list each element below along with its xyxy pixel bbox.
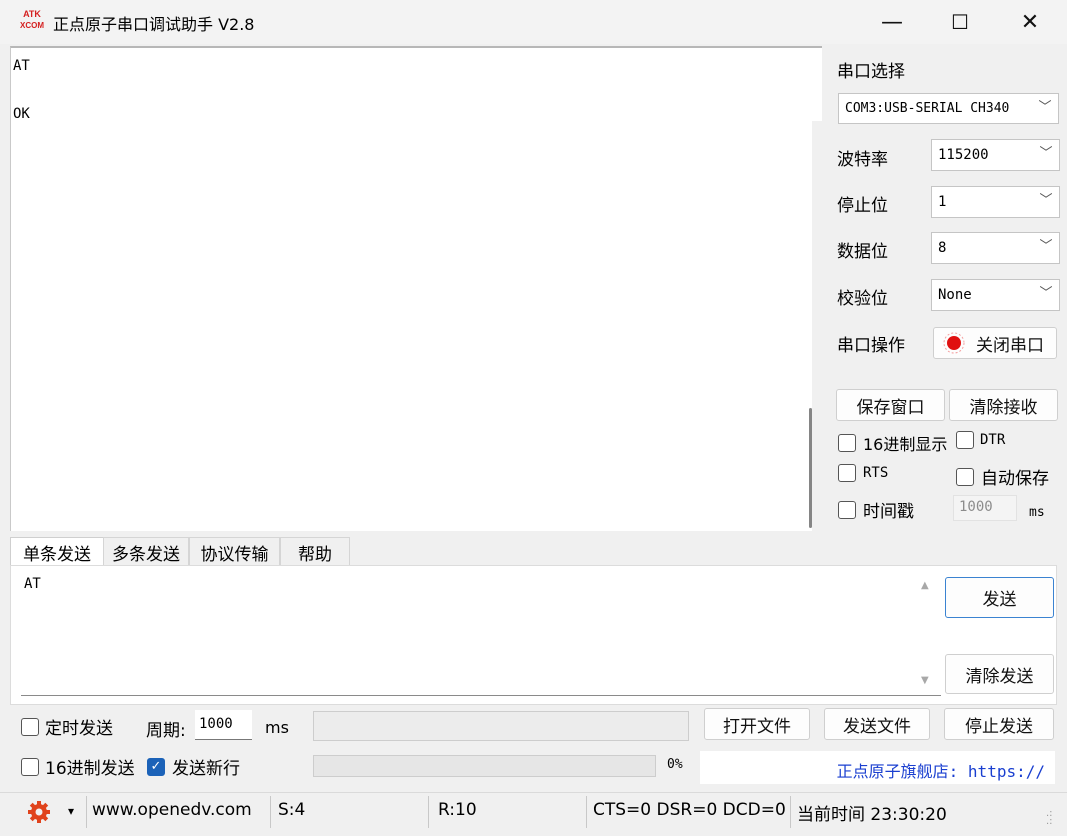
stop-bits-value: 1 <box>938 194 947 210</box>
status-separator <box>270 796 271 828</box>
data-bits-select[interactable]: 8 ﹀ <box>931 232 1060 264</box>
modem-signals: CTS=0 DSR=0 DCD=0 <box>593 800 786 820</box>
send-file-button[interactable]: 发送文件 <box>824 708 930 740</box>
timed-send-label: 定时发送 <box>45 719 113 739</box>
dtr-checkbox[interactable]: DTR <box>956 431 1005 449</box>
tab-help[interactable]: 帮助 <box>280 537 350 566</box>
rts-checkbox[interactable]: RTS <box>838 464 888 482</box>
sent-count: S:4 <box>278 800 306 820</box>
baud-label: 波特率 <box>837 150 888 170</box>
timestamp-unit: ms <box>1029 505 1045 520</box>
receive-text: AT OK <box>13 58 30 122</box>
auto-save-label: 自动保存 <box>981 469 1049 489</box>
parity-label: 校验位 <box>837 289 888 309</box>
chevron-down-icon: ﹀ <box>1039 286 1053 301</box>
close-icon: ✕ <box>1020 9 1040 35</box>
hex-display-checkbox[interactable]: 16进制显示 <box>838 431 947 455</box>
data-bits-value: 8 <box>938 240 947 256</box>
stop-bits-label: 停止位 <box>837 196 888 216</box>
port-operation-label: 串口操作 <box>837 336 905 356</box>
scroll-down-icon[interactable]: ▼ <box>921 675 929 686</box>
checkbox-box <box>838 464 856 482</box>
tab-protocol[interactable]: 协议传输 <box>189 537 280 566</box>
hex-display-label: 16进制显示 <box>863 435 948 454</box>
checkbox-box <box>21 717 39 736</box>
close-port-button[interactable]: 关闭串口 <box>933 327 1057 359</box>
dtr-label: DTR <box>980 432 1006 448</box>
open-file-button[interactable]: 打开文件 <box>704 708 810 740</box>
timestamp-interval-input[interactable]: 1000 <box>953 495 1017 521</box>
tab-single-send[interactable]: 单条发送 <box>10 537 104 566</box>
send-textarea[interactable]: AT <box>21 572 941 696</box>
port-section-label: 串口选择 <box>837 62 905 82</box>
auto-save-checkbox[interactable]: 自动保存 <box>956 464 1049 489</box>
baud-select[interactable]: 115200 ﹀ <box>931 139 1060 171</box>
receive-scrollbar[interactable] <box>812 121 822 531</box>
status-separator <box>586 796 587 828</box>
tab-multi-send[interactable]: 多条发送 <box>103 537 189 566</box>
save-window-button[interactable]: 保存窗口 <box>836 389 945 421</box>
minimize-icon: — <box>881 9 903 35</box>
period-input[interactable]: 1000 <box>195 710 252 740</box>
send-text: AT <box>24 576 41 592</box>
scroll-up-icon[interactable]: ▲ <box>921 580 929 591</box>
new-line-label: 发送新行 <box>172 759 240 779</box>
clear-send-button[interactable]: 清除发送 <box>945 654 1054 694</box>
maximize-button[interactable]: ☐ <box>925 0 995 44</box>
data-bits-label: 数据位 <box>837 242 888 262</box>
file-path-field <box>313 711 689 741</box>
store-link[interactable]: 正点原子旗舰店: https:// <box>700 751 1055 784</box>
close-button[interactable]: ✕ <box>995 0 1065 44</box>
send-progress-bar <box>313 755 656 777</box>
stop-bits-select[interactable]: 1 ﹀ <box>931 186 1060 218</box>
chevron-down-icon: ﹀ <box>1039 146 1053 161</box>
maximize-icon: ☐ <box>951 10 969 34</box>
port-status-icon <box>943 332 965 354</box>
period-unit: ms <box>265 718 289 737</box>
app-logo: ATK XCOM <box>20 9 44 30</box>
close-port-label: 关闭串口 <box>976 335 1044 356</box>
resize-grip-icon[interactable]: .:.: <box>1046 809 1053 827</box>
checkbox-box <box>838 434 856 452</box>
status-separator <box>428 796 429 828</box>
chevron-down-icon: ﹀ <box>1039 239 1053 254</box>
title-bar: ATK XCOM 正点原子串口调试助手 V2.8 — ☐ ✕ <box>0 0 1067 44</box>
timed-send-checkbox[interactable]: 定时发送 <box>21 714 113 739</box>
chevron-down-icon: ﹀ <box>1039 193 1053 208</box>
checkbox-box <box>956 431 974 449</box>
baud-value: 115200 <box>938 147 989 163</box>
timestamp-label: 时间戳 <box>863 502 914 522</box>
period-label: 周期: <box>146 721 186 741</box>
checkmark-icon: ✓ <box>147 757 165 776</box>
hex-send-checkbox[interactable]: 16进制发送 <box>21 754 135 779</box>
receive-area[interactable]: AT OK <box>10 46 822 531</box>
dropdown-arrow-icon[interactable]: ▾ <box>68 804 74 818</box>
status-separator <box>86 796 87 828</box>
hex-send-label: 16进制发送 <box>45 759 135 779</box>
gear-icon[interactable] <box>26 799 52 825</box>
timestamp-checkbox[interactable]: 时间戳 <box>838 497 914 522</box>
window-title: 正点原子串口调试助手 V2.8 <box>53 15 255 34</box>
checkbox-box <box>838 500 856 519</box>
current-time: 当前时间 23:30:20 <box>797 805 947 825</box>
checkbox-box <box>21 757 39 776</box>
rts-label: RTS <box>863 465 889 481</box>
minimize-button[interactable]: — <box>857 0 927 44</box>
chevron-down-icon: ﹀ <box>1038 100 1052 115</box>
stop-send-button[interactable]: 停止发送 <box>944 708 1054 740</box>
send-button[interactable]: 发送 <box>945 577 1054 618</box>
port-select[interactable]: COM3:USB-SERIAL CH340 ﹀ <box>838 93 1059 124</box>
parity-select[interactable]: None ﹀ <box>931 279 1060 311</box>
status-separator <box>790 796 791 828</box>
new-line-checkbox[interactable]: ✓ 发送新行 <box>147 754 240 779</box>
received-count: R:10 <box>438 800 477 820</box>
port-select-value: COM3:USB-SERIAL CH340 <box>845 101 1010 116</box>
progress-percent: 0% <box>667 757 683 772</box>
checkbox-box <box>956 467 974 486</box>
parity-value: None <box>938 287 972 303</box>
receive-scrollbar-thumb[interactable] <box>809 408 812 528</box>
clear-receive-button[interactable]: 清除接收 <box>949 389 1058 421</box>
website-link[interactable]: www.openedv.com <box>92 800 252 820</box>
